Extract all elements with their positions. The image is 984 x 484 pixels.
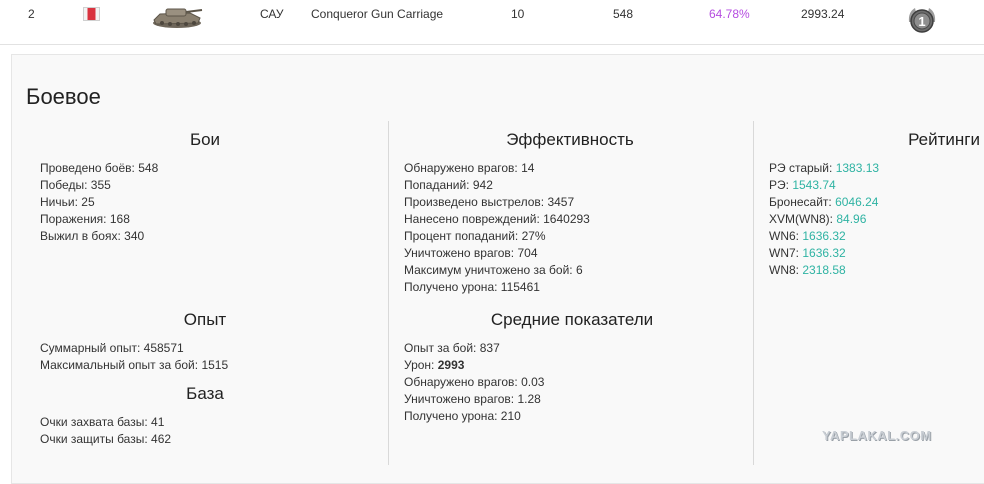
list-item: Бронесайт: 6046.24: [769, 195, 879, 209]
list-item: Получено урона: 210: [404, 409, 521, 423]
list-item: Максимальный опыт за бой: 1515: [40, 358, 229, 372]
nation-flag-icon: [83, 7, 100, 21]
list-item: РЭ: 1543.74: [769, 178, 836, 192]
experience-list: Суммарный опыт: 458571 Максимальный опыт…: [40, 340, 228, 374]
list-item: Суммарный опыт: 458571: [40, 341, 184, 355]
list-item: Очки захвата базы: 41: [40, 415, 165, 429]
base-section-title: База: [186, 384, 224, 403]
battles-count: 548: [613, 7, 634, 21]
experience-section-title: Опыт: [183, 310, 227, 329]
list-item: Проведено боёв: 548: [40, 161, 159, 175]
battles-list: Проведено боёв: 548 Победы: 355 Ничьи: 2…: [40, 160, 158, 245]
list-item: Очки защиты базы: 462: [40, 432, 172, 446]
section-title: Боевое: [26, 84, 101, 109]
list-item: Уничтожено врагов: 704: [404, 246, 538, 260]
efficiency-list: Обнаружено врагов: 14 Попаданий: 942 Про…: [404, 160, 590, 296]
list-item: Ничьи: 25: [40, 195, 95, 209]
column-divider: [388, 121, 389, 465]
averages-section-title: Средние показатели: [490, 310, 654, 329]
mastery-badge-icon: 1: [908, 8, 936, 33]
list-item: Уничтожено врагов: 1.28: [404, 392, 541, 406]
tank-icon: [153, 8, 203, 28]
site-watermark: YAPLAKAL.COM: [822, 428, 932, 443]
tank-name[interactable]: Conqueror Gun Carriage: [311, 7, 443, 21]
averages-list: Опыт за бой: 837 Урон: 2993 Обнаружено в…: [404, 340, 544, 425]
ratings-section-title: Рейтинги: [908, 130, 980, 149]
column-divider: [753, 121, 754, 465]
battles-section-title: Бои: [189, 130, 221, 149]
avg-damage: 2993.24: [801, 7, 845, 21]
list-item: WN8: 2318.58: [769, 263, 846, 277]
list-item: WN7: 1636.32: [769, 246, 846, 260]
list-item: WN6: 1636.32: [769, 229, 846, 243]
list-item: Произведено выстрелов: 3457: [404, 195, 575, 209]
list-item: Нанесено повреждений: 1640293: [404, 212, 590, 226]
list-item: Попаданий: 942: [404, 178, 493, 192]
tier: 10: [511, 7, 525, 21]
list-item: XVM(WN8): 84.96: [769, 212, 867, 226]
list-item: Выжил в боях: 340: [40, 229, 145, 243]
row-index: 2: [28, 7, 35, 21]
list-item: Победы: 355: [40, 178, 111, 192]
vehicle-type: САУ: [260, 7, 284, 21]
list-item: Обнаружено врагов: 14: [404, 161, 535, 175]
mastery-badge-label: 1: [918, 14, 925, 29]
win-rate: 64.78%: [709, 7, 750, 21]
list-item: Опыт за бой: 837: [404, 341, 500, 355]
efficiency-section-title: Эффективность: [506, 130, 634, 149]
list-item: Получено урона: 115461: [404, 280, 540, 294]
ratings-list: РЭ старый: 1383.13 РЭ: 1543.74 Бронесайт…: [769, 160, 879, 279]
list-item: Обнаружено врагов: 0.03: [404, 375, 545, 389]
list-item: Поражения: 168: [40, 212, 130, 226]
list-item: Процент попаданий: 27%: [404, 229, 546, 243]
base-list: Очки захвата базы: 41 Очки защиты базы: …: [40, 414, 171, 448]
list-item: РЭ старый: 1383.13: [769, 161, 880, 175]
list-item: Максимум уничтожено за бой: 6: [404, 263, 583, 277]
list-item: Урон: 2993: [404, 358, 465, 372]
vehicle-table-row[interactable]: 2 САУ Conqueror Gun Carriage 10 548 64.7…: [0, 0, 984, 45]
